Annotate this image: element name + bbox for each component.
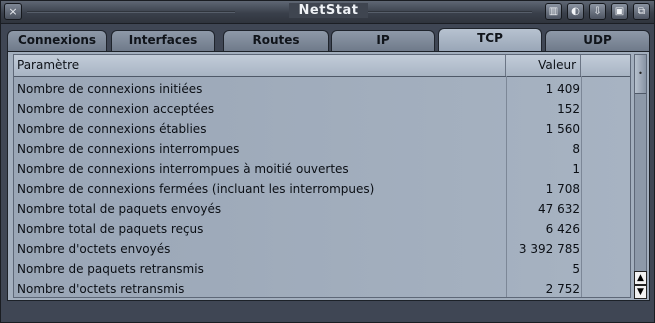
row-parameter: Nombre total de paquets reçus [17,222,204,236]
table-row[interactable]: Nombre de connexions initiées 1 409 [14,79,630,99]
row-value: 2 752 [545,282,580,296]
scroll-down-arrow-icon[interactable]: ▼ [634,285,647,299]
row-parameter: Nombre de connexions fermées (incluant l… [17,182,375,196]
title-bar[interactable]: × NetStat ▥ ◐ ⇩ ▣ ⧉ [1,1,654,24]
netstat-window: × NetStat ▥ ◐ ⇩ ▣ ⧉ Connexions Interfaces Rout… [0,0,655,323]
snapshot-button[interactable]: ◐ [567,3,584,20]
scroll-up-arrow-icon[interactable]: ▲ [634,271,647,285]
table-row[interactable]: Nombre d'octets envoyés 3 392 785 [14,239,630,259]
row-value: 1 708 [545,182,580,196]
table-row[interactable]: Nombre de connexions établies 1 560 [14,119,630,139]
row-parameter: Nombre de connexions initiées [17,82,203,96]
tab-tcp[interactable]: TCP [438,28,542,52]
header-parameter[interactable]: Paramètre [14,55,506,76]
download-button[interactable]: ⇩ [589,3,606,20]
tcp-panel: Paramètre Valeur Nombre de connexions in… [7,51,650,301]
zoom-button[interactable]: ▣ [611,3,628,20]
row-parameter: Nombre total de paquets envoyés [17,202,222,216]
row-value: 8 [572,142,580,156]
table-row[interactable]: Nombre total de paquets envoyés 47 632 [14,199,630,219]
table-row[interactable]: Nombre de connexions fermées (incluant l… [14,179,630,199]
row-value: 6 426 [545,222,580,236]
row-parameter: Nombre de connexions interrompues [17,142,240,156]
tab-interfaces[interactable]: Interfaces [111,30,215,51]
tab-routes[interactable]: Routes [223,30,329,51]
row-parameter: Nombre de connexions interrompues à moit… [17,162,349,176]
row-value: 1 409 [545,82,580,96]
window-bottom-border [1,306,654,322]
depth-button[interactable]: ⧉ [633,3,650,20]
vertical-scrollbar[interactable]: • ▲ ▼ [634,54,647,299]
row-parameter: Nombre d'octets envoyés [17,242,171,256]
window-title-label: NetStat [288,3,369,18]
row-value: 1 560 [545,122,580,136]
row-parameter: Nombre de connexion acceptées [17,102,215,116]
table-row[interactable]: Nombre de connexion acceptées 152 [14,99,630,119]
header-extra[interactable] [581,55,630,76]
tab-connexions[interactable]: Connexions [7,30,107,51]
table-row[interactable]: Nombre de connexions interrompues 8 [14,139,630,159]
table-row[interactable]: Nombre total de paquets reçus 6 426 [14,219,630,239]
iconify-button[interactable]: ▥ [545,3,562,20]
row-parameter: Nombre de connexions établies [17,122,207,136]
tab-udp[interactable]: UDP [545,30,650,51]
table-row[interactable]: Nombre de paquets retransmis 5 [14,259,630,279]
stats-table: Paramètre Valeur Nombre de connexions in… [13,54,631,298]
tab-bar: Connexions Interfaces Routes IP TCP UDP [7,28,650,52]
row-value: 47 632 [538,202,580,216]
row-value: 3 392 785 [518,242,580,256]
row-parameter: Nombre de paquets retransmis [17,262,204,276]
row-parameter: Nombre d'octets retransmis [17,282,185,296]
tab-ip[interactable]: IP [331,30,435,51]
row-value: 5 [572,262,580,276]
row-value: 1 [572,162,580,176]
table-row[interactable]: Nombre de connexions interrompues à moit… [14,159,630,179]
scrollbar-thumb[interactable]: • [635,55,646,94]
row-value: 152 [557,102,580,116]
table-row[interactable]: Nombre d'octets retransmis 2 752 [14,279,630,299]
header-value[interactable]: Valeur [506,55,581,76]
table-header: Paramètre Valeur [14,55,630,77]
